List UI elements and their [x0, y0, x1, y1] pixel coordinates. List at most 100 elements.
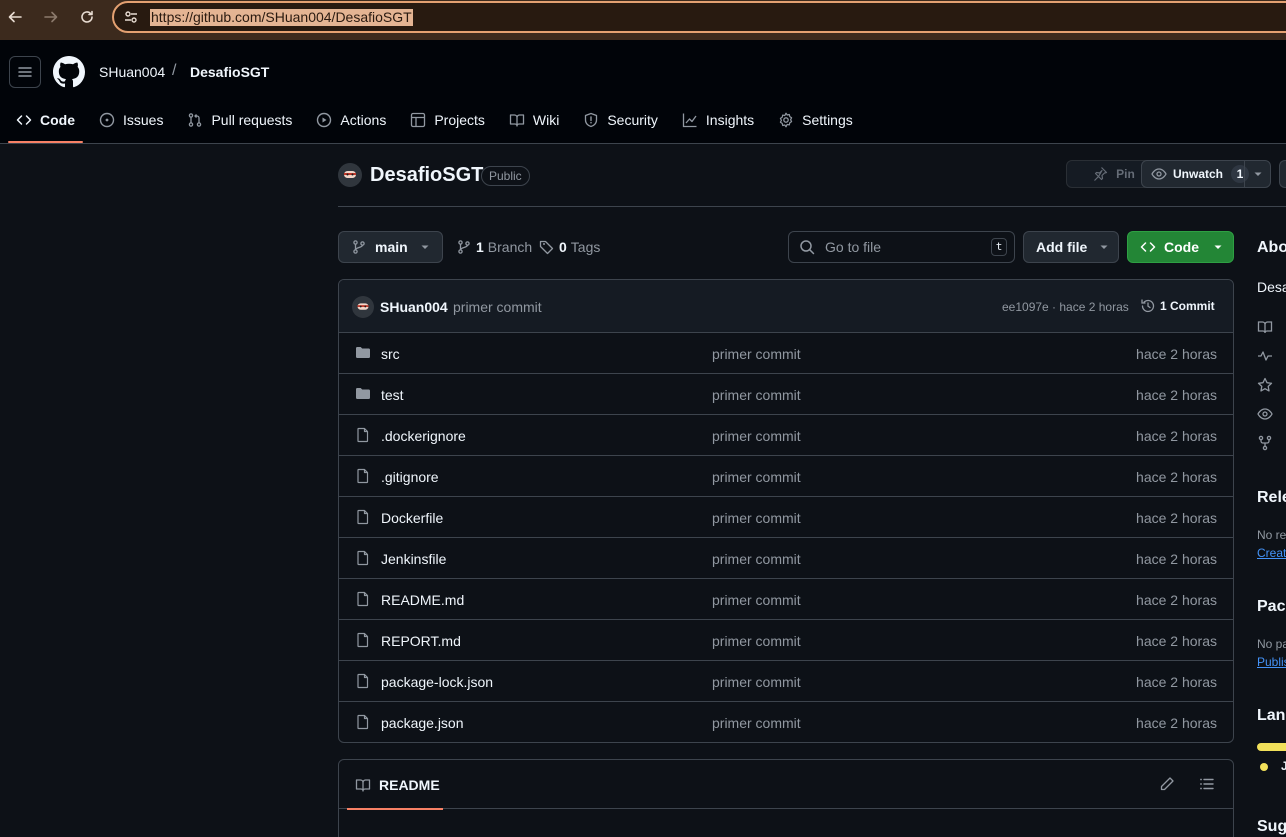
branch-selector[interactable]: main [338, 231, 443, 263]
table-row[interactable]: package-lock.json primer commit hace 2 hor… [339, 661, 1233, 702]
browser-toolbar: https://github.com/SHuan004/DesafioSGT [0, 0, 1286, 40]
tab-code[interactable]: Code [8, 102, 83, 143]
site-info-icon[interactable] [123, 9, 139, 25]
go-to-file-input[interactable]: Go to file t [788, 231, 1015, 263]
hamburger-menu-icon[interactable] [9, 56, 41, 88]
file-icon [355, 550, 371, 566]
table-row[interactable]: Jenkinsfile primer commit hace 2 horas [339, 538, 1233, 579]
pin-icon [1092, 166, 1108, 182]
commit-author[interactable]: SHuan004 [380, 299, 448, 315]
branch-name: main [375, 239, 408, 255]
reload-icon[interactable] [76, 6, 98, 28]
commits-link[interactable]: 1 Commit [1140, 298, 1215, 314]
create-release-link[interactable]: Creat [1257, 546, 1286, 560]
file-commit-message[interactable]: primer commit [712, 592, 801, 608]
file-commit-message[interactable]: primer commit [712, 387, 801, 403]
packages-heading[interactable]: Pack [1257, 598, 1286, 616]
releases-heading[interactable]: Rele [1257, 489, 1286, 507]
chevron-down-icon[interactable] [1244, 161, 1270, 187]
fork-icon[interactable] [1257, 435, 1273, 451]
table-row[interactable]: README.md primer commit hace 2 horas [339, 579, 1233, 620]
language-dot [1260, 763, 1268, 771]
commit-meta[interactable]: ee1097e · hace 2 horas [1002, 300, 1129, 314]
file-name[interactable]: .dockerignore [381, 428, 466, 444]
breadcrumb-owner[interactable]: SHuan004 [99, 64, 165, 80]
readme-label: README [379, 776, 440, 793]
file-name[interactable]: .gitignore [381, 469, 439, 485]
code-button[interactable]: Code [1127, 231, 1234, 263]
file-name[interactable]: src [381, 346, 400, 362]
address-bar[interactable]: https://github.com/SHuan004/DesafioSGT [112, 1, 1286, 33]
file-commit-message[interactable]: primer commit [712, 346, 801, 362]
publish-package-link[interactable]: Publis [1257, 655, 1286, 669]
table-row[interactable]: REPORT.md primer commit hace 2 horas [339, 620, 1233, 661]
tab-label: Actions [340, 112, 387, 128]
branches-link[interactable]: 1 Branch [456, 239, 532, 255]
tags-count: 0 [559, 239, 567, 255]
breadcrumb-separator: / [172, 62, 177, 79]
caret-down-icon [1213, 242, 1223, 252]
file-commit-message[interactable]: primer commit [712, 510, 801, 526]
tab-wiki[interactable]: Wiki [501, 102, 567, 138]
search-icon [799, 239, 815, 255]
table-row[interactable]: .dockerignore primer commit hace 2 horas [339, 415, 1233, 456]
tags-link[interactable]: 0 Tags [539, 239, 600, 255]
file-commit-message[interactable]: primer commit [712, 715, 801, 731]
table-row[interactable]: test primer commit hace 2 horas [339, 374, 1233, 415]
add-file-label: Add file [1036, 239, 1088, 255]
tab-issues[interactable]: Issues [91, 102, 171, 138]
table-row[interactable]: package.json primer commit hace 2 horas [339, 702, 1233, 742]
file-commit-message[interactable]: primer commit [712, 551, 801, 567]
file-commit-message[interactable]: primer commit [712, 428, 801, 444]
file-commit-message[interactable]: primer commit [712, 469, 801, 485]
tab-projects[interactable]: Projects [402, 102, 493, 138]
book-icon[interactable] [1257, 319, 1273, 335]
file-name[interactable]: REPORT.md [381, 633, 461, 649]
file-name[interactable]: test [381, 387, 404, 403]
tab-insights[interactable]: Insights [674, 102, 762, 138]
forward-arrow-icon[interactable] [40, 6, 62, 28]
star-icon[interactable] [1257, 377, 1273, 393]
code-label: Code [1164, 239, 1199, 255]
repo-title[interactable]: DesafioSGT [370, 164, 483, 187]
branches-label: Branch [487, 239, 533, 255]
tab-pull-requests[interactable]: Pull requests [179, 102, 300, 138]
github-logo-icon[interactable] [53, 56, 85, 88]
pulse-icon[interactable] [1257, 348, 1273, 364]
tab-actions[interactable]: Actions [308, 102, 394, 138]
file-name[interactable]: package-lock.json [381, 674, 493, 690]
list-outline-icon[interactable] [1199, 776, 1215, 792]
file-icon [355, 591, 371, 607]
back-arrow-icon[interactable] [4, 6, 26, 28]
suggested-heading: Sug [1257, 818, 1286, 835]
commit-message[interactable]: primer commit [453, 299, 542, 315]
add-file-button[interactable]: Add file [1023, 231, 1119, 263]
file-commit-message[interactable]: primer commit [712, 633, 801, 649]
table-row[interactable]: Dockerfile primer commit hace 2 horas [339, 497, 1233, 538]
eye-icon[interactable] [1257, 406, 1273, 422]
about-sidebar: Abo Desa Rele No re Creat Pack No pa Pub… [1257, 231, 1286, 837]
file-icon [355, 509, 371, 525]
table-row[interactable]: src primer commit hace 2 horas [339, 333, 1233, 374]
url-text[interactable]: https://github.com/SHuan004/DesafioSGT [150, 9, 413, 26]
file-age: hace 2 horas [1136, 551, 1217, 567]
file-name[interactable]: package.json [381, 715, 464, 731]
table-row[interactable]: .gitignore primer commit hace 2 horas [339, 456, 1233, 497]
tab-readme[interactable]: README [347, 760, 443, 810]
language-name[interactable]: J [1281, 759, 1286, 773]
file-commit-message[interactable]: primer commit [712, 674, 801, 690]
file-name[interactable]: Dockerfile [381, 510, 443, 526]
tab-security[interactable]: Security [575, 102, 666, 138]
file-name[interactable]: Jenkinsfile [381, 551, 446, 567]
tab-settings[interactable]: Settings [770, 102, 861, 138]
fork-button[interactable] [1279, 160, 1286, 188]
avatar[interactable] [352, 296, 374, 318]
breadcrumb-repo[interactable]: DesafioSGT [190, 64, 269, 80]
file-name[interactable]: README.md [381, 592, 464, 608]
unwatch-button[interactable]: Unwatch 1 [1141, 160, 1271, 188]
file-age: hace 2 horas [1136, 469, 1217, 485]
readme-header: README [339, 760, 1233, 810]
avatar[interactable] [338, 163, 362, 187]
pencil-icon[interactable] [1159, 776, 1175, 792]
book-icon [355, 777, 371, 793]
